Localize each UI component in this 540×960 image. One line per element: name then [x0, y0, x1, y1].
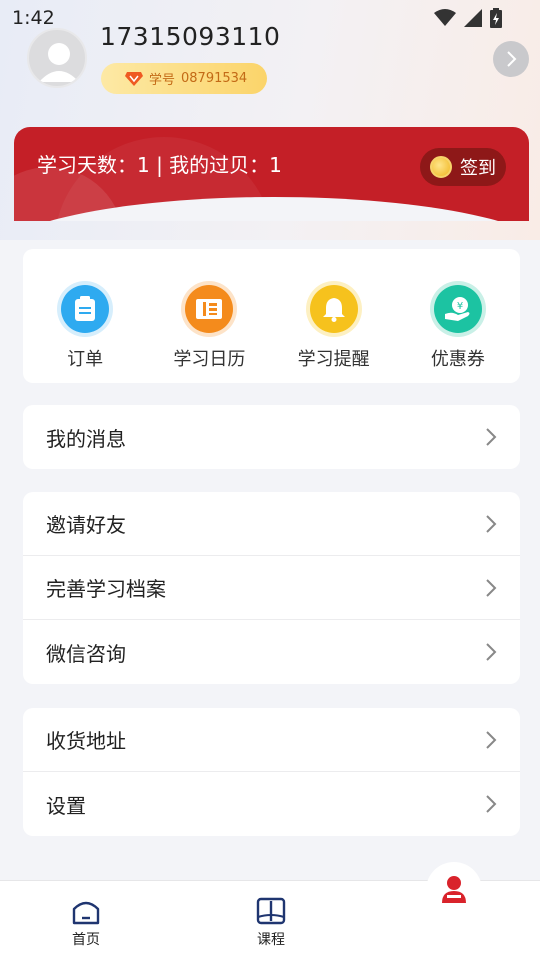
menu-item-my-messages[interactable]: 我的消息: [23, 405, 520, 469]
student-id-badge: 学号 08791534: [101, 63, 267, 94]
quick-action-study-calendar[interactable]: 学习日历: [147, 249, 271, 383]
signin-button[interactable]: 签到: [420, 148, 506, 186]
student-id-label: 学号: [149, 73, 176, 88]
menu-group-settings: 收货地址 设置: [23, 708, 520, 836]
study-stats-text: 学习天数：1 | 我的过贝：1: [37, 153, 282, 177]
menu-item-wechat-consult[interactable]: 微信咨询: [23, 620, 520, 684]
menu-item-shipping-address[interactable]: 收货地址: [23, 708, 520, 772]
user-phone: 17315093110: [100, 22, 281, 51]
chevron-right-icon: [486, 730, 497, 749]
menu-item-settings[interactable]: 设置: [23, 772, 520, 836]
battery-icon: [490, 8, 502, 28]
nav-tab-home[interactable]: 首页: [46, 897, 126, 949]
chevron-right-icon: [486, 514, 497, 533]
study-stats-banner: 学习天数：1 | 我的过贝：1 签到: [14, 127, 529, 221]
coupon-hand-icon: ¥: [433, 285, 482, 333]
signal-icon: [464, 9, 482, 27]
menu-item-label: 我的消息: [46, 426, 126, 451]
coin-icon: [430, 156, 452, 178]
wifi-icon: [434, 9, 456, 26]
menu-group-messages: 我的消息: [23, 405, 520, 469]
nav-tab-label: 首页: [72, 932, 100, 948]
avatar[interactable]: [27, 28, 87, 88]
menu-item-invite-friends[interactable]: 邀请好友: [23, 492, 520, 556]
nav-tab-mine[interactable]: [426, 862, 482, 918]
quick-action-label: 学习提醒: [297, 349, 370, 370]
status-icons: [434, 8, 502, 28]
quick-action-label: 订单: [67, 349, 104, 370]
menu-group-services: 邀请好友 完善学习档案 微信咨询: [23, 492, 520, 684]
quick-action-orders[interactable]: 订单: [23, 249, 147, 383]
home-icon: [72, 901, 100, 925]
chevron-right-icon: [486, 795, 497, 813]
status-time: 1:42: [12, 7, 55, 29]
clipboard-icon: [61, 285, 110, 333]
quick-action-label: 学习日历: [173, 349, 246, 370]
signin-label: 签到: [460, 158, 496, 179]
bell-icon: [309, 285, 358, 333]
user-icon: [442, 876, 466, 903]
ticket-icon: [185, 285, 234, 333]
quick-action-coupons[interactable]: ¥ 优惠券: [396, 249, 520, 383]
svg-text:¥: ¥: [457, 301, 463, 312]
chevron-right-icon: [486, 428, 497, 446]
quick-action-label: 优惠券: [430, 349, 485, 370]
chevron-right-icon: [486, 643, 497, 661]
menu-item-study-profile[interactable]: 完善学习档案: [23, 556, 520, 620]
diamond-icon: [125, 71, 143, 86]
menu-item-label: 邀请好友: [46, 513, 126, 537]
chevron-right-icon: [507, 51, 517, 67]
book-icon: [256, 897, 286, 925]
quick-action-study-reminder[interactable]: 学习提醒: [272, 249, 396, 383]
nav-tab-label: 课程: [257, 932, 285, 948]
student-id-number: 08791534: [181, 71, 248, 86]
nav-tab-courses[interactable]: 课程: [231, 897, 311, 949]
menu-item-label: 微信咨询: [46, 641, 126, 666]
profile-detail-button[interactable]: [493, 41, 529, 77]
quick-actions-card: 订单 学习日历 学习提醒 ¥ 优惠券: [23, 249, 520, 383]
menu-item-label: 完善学习档案: [46, 577, 166, 601]
chevron-right-icon: [486, 578, 497, 597]
menu-item-label: 收货地址: [46, 729, 126, 753]
menu-item-label: 设置: [46, 793, 86, 818]
